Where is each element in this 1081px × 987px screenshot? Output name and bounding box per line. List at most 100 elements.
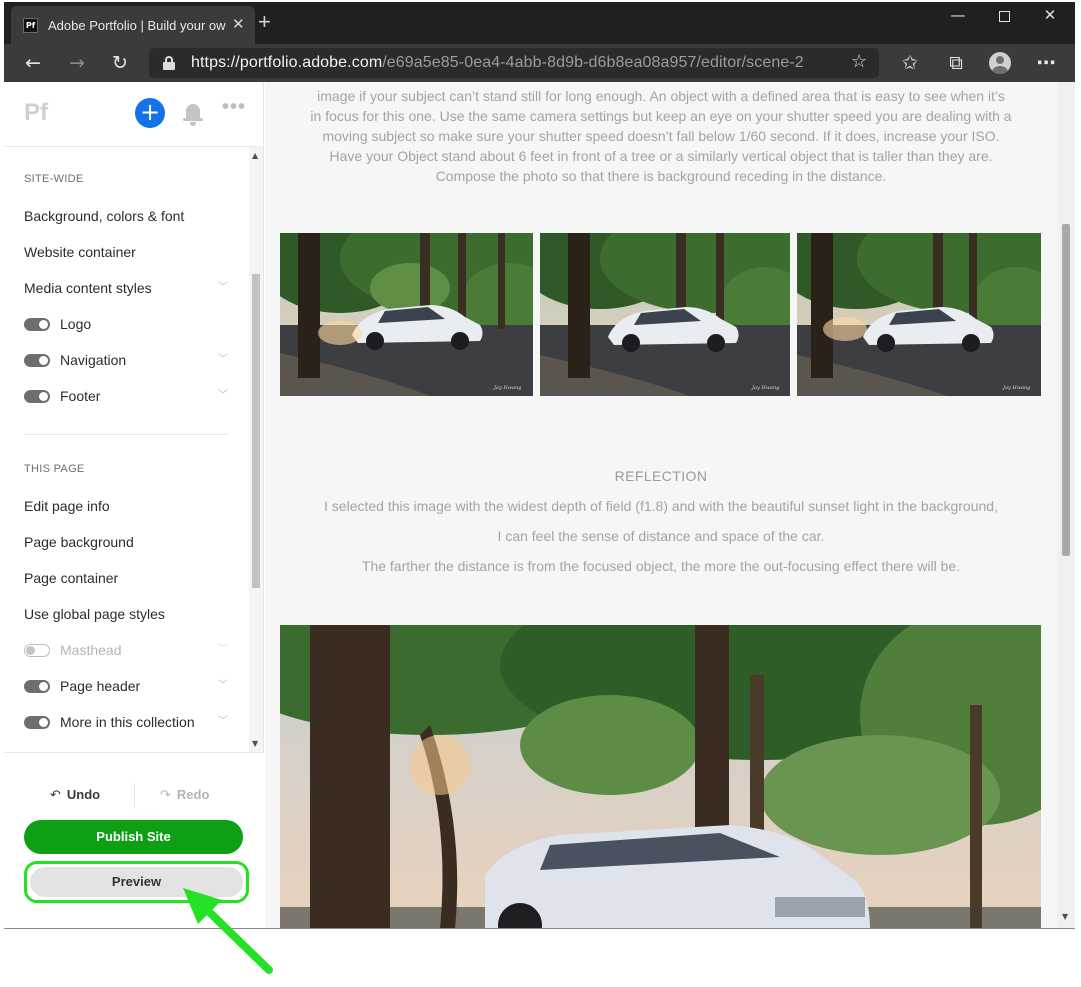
address-bar[interactable]: https://portfolio.adobe.com/e69a5e85-0ea… (149, 48, 879, 78)
tab-bar: Pf Adobe Portfolio | Build your own ✕ + … (4, 2, 1075, 44)
scroll-up-icon[interactable]: ▲ (252, 151, 258, 160)
maximize-button[interactable] (982, 6, 1026, 30)
redo-label: Redo (176, 787, 210, 802)
navigation-toggle[interactable] (24, 354, 50, 367)
menu-item-masthead[interactable]: Masthead ﹀ (24, 637, 228, 663)
lock-icon[interactable] (163, 56, 175, 70)
maximize-icon (998, 11, 1010, 22)
favorites-list-icon[interactable]: ✩ (897, 50, 923, 76)
sidebar-footer: ↶ Undo ↷ Redo Publish Site Preview (4, 752, 264, 929)
car-photo-3[interactable]: Jay Hwang (797, 233, 1041, 396)
menu-item-label: Page container (24, 570, 119, 586)
menu-item-footer[interactable]: Footer ﹀ (24, 383, 228, 409)
add-content-button[interactable]: + (135, 98, 165, 128)
minimize-button[interactable]: — (936, 6, 980, 30)
scroll-down-icon[interactable]: ▼ (1062, 912, 1068, 921)
more-in-collection-toggle[interactable] (24, 716, 50, 729)
intro-line: Compose the photo so that there is backg… (435, 168, 887, 184)
arrow-right-icon[interactable]: → (64, 50, 90, 76)
logo-toggle[interactable] (24, 318, 50, 331)
menu-item-label: Background, colors & font (24, 208, 185, 224)
settings-panel: SITE-WIDE Background, colors & font Webs… (4, 147, 264, 752)
redo-button[interactable]: ↷ Redo (160, 787, 209, 803)
car-photo-1[interactable]: Jay Hwang (280, 233, 533, 396)
masthead-toggle[interactable] (24, 644, 50, 657)
menu-item-edit-page-info[interactable]: Edit page info (24, 493, 228, 519)
url-path: /e69a5e85-0ea4-4abb-8d9b-d6b8ea08a957/ed… (382, 54, 804, 71)
refresh-icon[interactable]: ↻ (107, 50, 133, 76)
browser-tab[interactable]: Pf Adobe Portfolio | Build your own ✕ (11, 6, 255, 44)
menu-item-background-colors-font[interactable]: Background, colors & font (24, 203, 228, 229)
portfolio-logo: Pf (24, 99, 48, 126)
intro-line: image if your subject can’t stand still … (317, 88, 1005, 104)
editor-sidebar: Pf + ••• SITE-WIDE Background, colors & … (4, 82, 264, 929)
browser-window: Pf Adobe Portfolio | Build your own ✕ + … (4, 2, 1075, 929)
publish-site-button[interactable]: Publish Site (24, 820, 243, 854)
menu-item-use-global-page-styles[interactable]: Use global page styles (24, 601, 228, 627)
undo-label: Undo (66, 787, 101, 802)
menu-item-page-container[interactable]: Page container (24, 565, 228, 591)
menu-item-label: Use global page styles (24, 606, 165, 622)
new-tab-button[interactable]: + (258, 10, 271, 34)
browser-toolbar: ← → ↻ https://portfolio.adobe.com/e69a5e… (4, 44, 1075, 82)
window-bottom-edge (4, 928, 1075, 929)
profile-icon[interactable] (987, 50, 1013, 76)
car-photo-2[interactable]: Jay Hwang (540, 233, 790, 396)
menu-item-more-in-this-collection[interactable]: More in this collection ﹀ (24, 709, 228, 735)
section-header-this-page: THIS PAGE (24, 463, 85, 475)
menu-item-label: Media content styles (24, 280, 152, 296)
tab-close-icon[interactable]: ✕ (232, 15, 245, 33)
arrow-left-icon[interactable]: ← (20, 50, 46, 76)
page-scrollbar[interactable]: ▼ (1057, 82, 1075, 929)
menu-item-navigation[interactable]: Navigation ﹀ (24, 347, 228, 373)
collections-icon[interactable]: ⧉ (943, 50, 969, 76)
chevron-down-icon[interactable]: ﹀ (218, 709, 228, 735)
reflection-text: I can feel the sense of distance and spa… (497, 528, 825, 544)
menu-item-label: Navigation (60, 352, 127, 368)
menu-item-media-content-styles[interactable]: Media content styles ﹀ (24, 275, 228, 301)
panel-scrollbar[interactable]: ▲ ▼ (249, 147, 263, 752)
intro-line: Have your Object stand about 6 feet in f… (329, 148, 993, 164)
chevron-down-icon[interactable]: ﹀ (218, 673, 228, 699)
footer-toggle[interactable] (24, 390, 50, 403)
chevron-down-icon[interactable]: ﹀ (218, 347, 228, 373)
chevron-down-icon[interactable]: ﹀ (218, 275, 228, 301)
star-icon[interactable]: ☆ (851, 51, 867, 72)
menu-item-label: Masthead (60, 642, 122, 658)
section-header-site-wide: SITE-WIDE (24, 173, 84, 185)
menu-item-label: Page background (24, 534, 134, 550)
menu-item-logo[interactable]: Logo (24, 311, 228, 337)
page-header-toggle[interactable] (24, 680, 50, 693)
url-host: https://portfolio.adobe.com (191, 54, 383, 71)
chevron-down-icon[interactable]: ﹀ (218, 637, 228, 663)
photo-credit: Jay Hwang (493, 385, 521, 391)
scrollbar-thumb[interactable] (252, 274, 260, 588)
menu-item-page-background[interactable]: Page background (24, 529, 228, 555)
reflection-text: I selected this image with the widest de… (324, 498, 998, 514)
menu-item-label: More in this collection (60, 714, 195, 730)
preview-button[interactable]: Preview (30, 867, 243, 897)
menu-item-label: Edit page info (24, 498, 110, 514)
scrollbar-thumb[interactable] (1062, 224, 1070, 556)
more-icon[interactable]: ⋯ (1033, 50, 1059, 76)
scroll-down-icon[interactable]: ▼ (252, 739, 258, 748)
more-options-icon[interactable]: ••• (222, 96, 246, 119)
undo-button[interactable]: ↶ Undo (50, 787, 100, 803)
intro-paragraph: image if your subject can’t stand still … (265, 86, 1057, 186)
photo-credit: Jay Hwang (751, 385, 779, 391)
url-text[interactable]: https://portfolio.adobe.com/e69a5e85-0ea… (191, 54, 804, 72)
close-window-button[interactable]: ✕ (1028, 6, 1072, 30)
menu-item-page-header[interactable]: Page header ﹀ (24, 673, 228, 699)
divider (134, 783, 135, 807)
menu-item-website-container[interactable]: Website container (24, 239, 228, 265)
preview-highlight: Preview (24, 861, 249, 903)
portfolio-favicon-icon: Pf (23, 18, 38, 33)
chevron-down-icon[interactable]: ﹀ (218, 383, 228, 409)
redo-icon: ↷ (160, 788, 171, 803)
bell-icon[interactable] (183, 102, 203, 126)
page-preview[interactable]: image if your subject can’t stand still … (265, 82, 1057, 929)
menu-item-label: Logo (60, 316, 92, 332)
photo-credit: Jay Hwang (1002, 385, 1030, 391)
undo-icon: ↶ (50, 788, 61, 803)
car-photo-large[interactable] (280, 625, 1041, 929)
